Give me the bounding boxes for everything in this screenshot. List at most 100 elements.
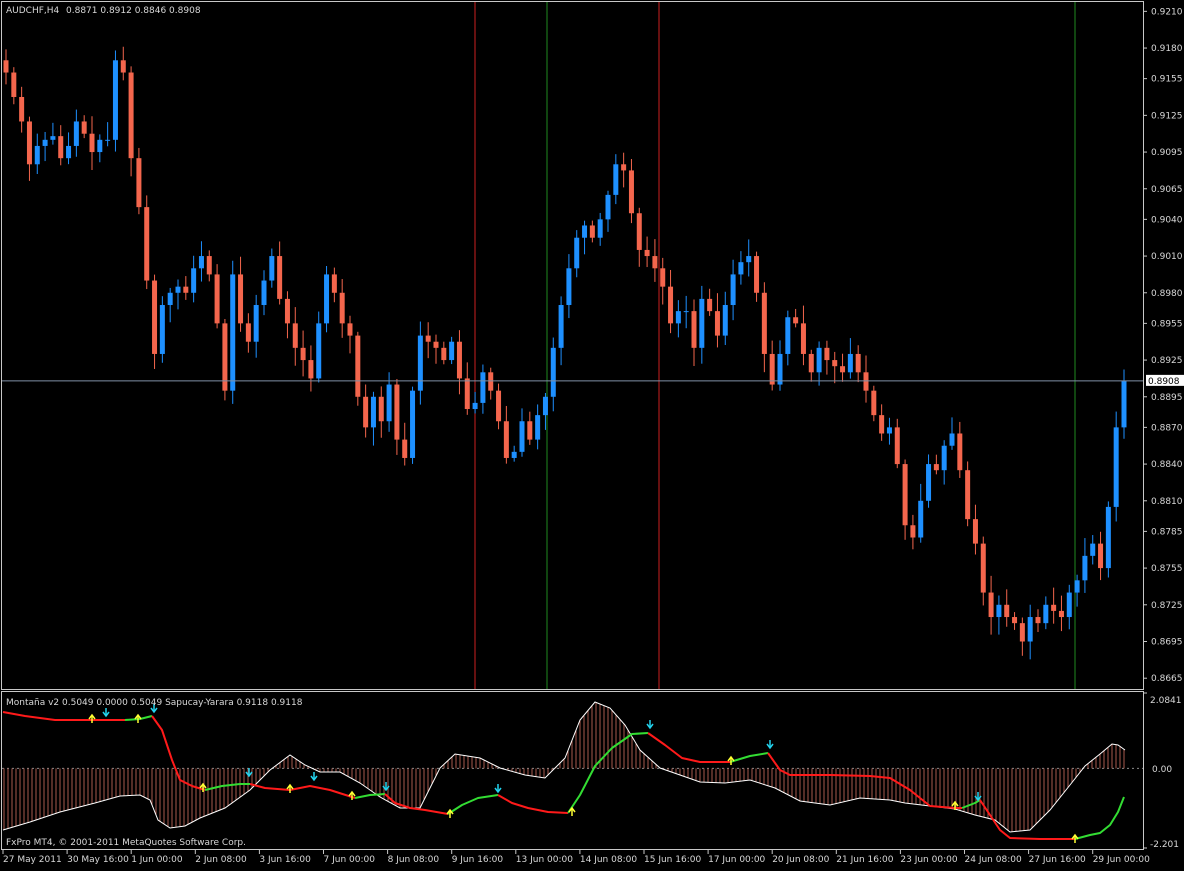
candle-body	[81, 121, 87, 134]
signal-line-red	[497, 794, 569, 814]
candle	[1051, 587, 1057, 624]
candle-body	[769, 353, 775, 385]
candle-body	[722, 305, 728, 336]
candle-body	[277, 256, 283, 299]
candle	[19, 86, 25, 133]
candle-body	[738, 262, 744, 275]
candle-body	[308, 360, 314, 379]
candle	[597, 212, 603, 246]
candle	[988, 575, 994, 635]
candle-body	[386, 384, 392, 422]
candle	[972, 504, 978, 555]
candle-body	[754, 256, 760, 293]
candle-body	[472, 402, 478, 410]
candle-body	[1027, 617, 1033, 642]
candle	[886, 417, 892, 445]
candle-body	[871, 390, 877, 416]
candle	[761, 282, 767, 373]
candle-body	[542, 396, 548, 416]
candle-body	[894, 427, 900, 465]
candle	[730, 259, 736, 321]
time-tick-label: 21 Jun 16:00	[836, 855, 893, 865]
candle	[472, 391, 478, 414]
price-tick-label: 0.9125	[1151, 111, 1183, 121]
candle-body	[730, 274, 736, 306]
candle	[206, 250, 212, 282]
candle-body	[1121, 380, 1127, 428]
candle-body	[832, 360, 838, 367]
candle	[402, 422, 408, 466]
candle-body	[245, 323, 251, 342]
candle-body	[980, 543, 986, 593]
candle	[808, 349, 814, 382]
mt4-chart-window[interactable]: 0.9210 0.9180 0.9155 0.9125 0.9095 0.9065 0.90…	[0, 0, 1184, 867]
candle	[800, 305, 806, 366]
candle	[574, 230, 580, 278]
candle-body	[1105, 506, 1111, 569]
candle-body	[847, 353, 853, 373]
candle	[97, 134, 103, 163]
candle	[926, 454, 932, 508]
time-tick-label: 23 Jun 00:00	[900, 855, 957, 865]
time-tick-label: 1 Jun 00:00	[131, 855, 183, 865]
candle	[1098, 531, 1104, 581]
candle	[527, 411, 533, 445]
candle	[261, 270, 267, 316]
candle-body	[42, 139, 48, 146]
candle-body	[605, 194, 611, 220]
candle-body	[238, 274, 244, 324]
candle	[840, 353, 846, 382]
candle	[847, 338, 853, 379]
candle	[292, 307, 298, 366]
candle-body	[519, 421, 525, 452]
candle-body	[707, 298, 713, 312]
candle	[50, 122, 56, 145]
price-tick-label: 0.8870	[1151, 423, 1183, 433]
candle-body	[566, 268, 572, 306]
candle	[167, 287, 173, 323]
candle-body	[355, 335, 361, 397]
candle-body	[441, 347, 447, 361]
candle	[503, 405, 509, 464]
signal-line-green	[729, 752, 769, 763]
candle	[456, 330, 462, 395]
time-tick-label: 24 Jun 08:00	[965, 855, 1022, 865]
candle	[589, 220, 595, 243]
candle-body	[691, 311, 697, 348]
candle-body	[230, 274, 236, 391]
buy-arrow-icon	[134, 713, 142, 723]
candle	[11, 67, 17, 105]
price-tick-label: 0.9180	[1151, 44, 1183, 54]
candle	[433, 334, 439, 364]
candle	[245, 313, 251, 353]
time-tick-label: 8 Jun 08:00	[388, 855, 440, 865]
candle	[230, 260, 236, 404]
candle-body	[683, 311, 689, 313]
candle-body	[316, 323, 322, 379]
candle-body	[1058, 610, 1064, 618]
candle	[769, 340, 775, 391]
candle-body	[879, 415, 885, 434]
candle	[394, 379, 400, 455]
candle	[855, 345, 861, 383]
price-tick-label: 0.8755	[1151, 564, 1183, 574]
candle-body	[50, 136, 56, 140]
candle	[425, 322, 431, 359]
candle	[879, 404, 885, 441]
candle-body	[714, 311, 720, 336]
candle-body	[347, 323, 353, 336]
candle-body	[480, 372, 486, 403]
candle-body	[761, 292, 767, 354]
candle-body	[660, 268, 666, 287]
candle-body	[863, 372, 869, 391]
candle-body	[464, 378, 470, 410]
time-tick-label: 27 May 2011	[3, 855, 62, 865]
candle-body	[284, 298, 290, 324]
candle-body	[886, 427, 892, 434]
signal-line-green	[1074, 796, 1125, 840]
time-tick-label: 20 Jun 08:00	[772, 855, 829, 865]
candle	[73, 109, 79, 157]
price-chart[interactable]: 0.9210 0.9180 0.9155 0.9125 0.9095 0.9065 0.90…	[0, 0, 1184, 867]
candle-body	[855, 353, 861, 373]
candle-body	[910, 525, 916, 538]
